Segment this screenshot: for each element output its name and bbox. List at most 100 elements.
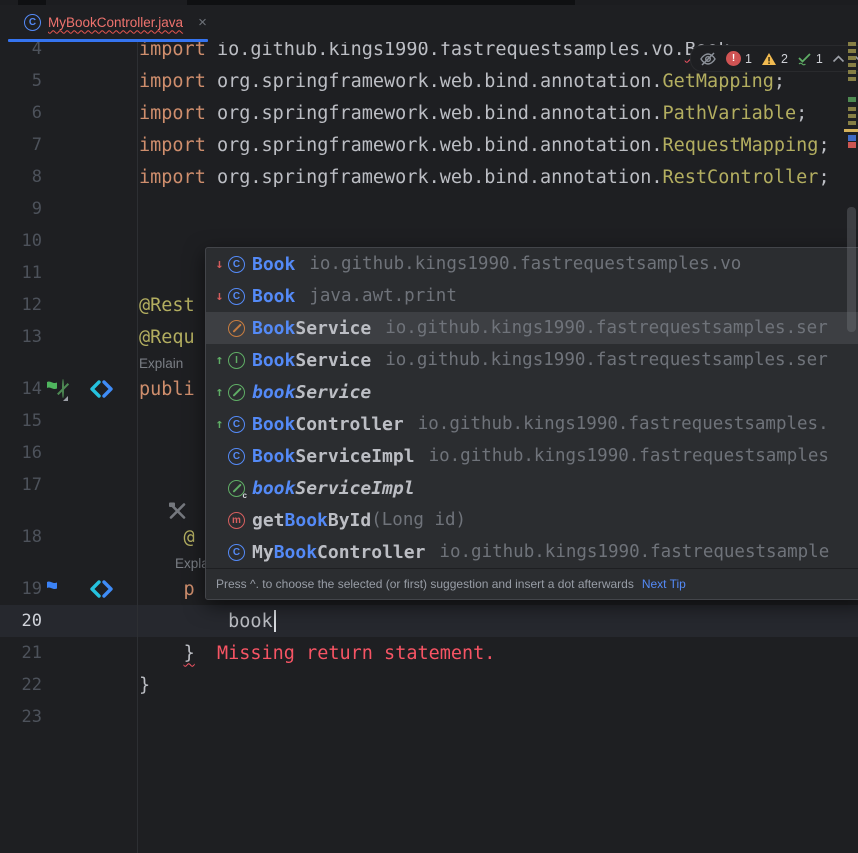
code-token: @Requ (139, 327, 195, 348)
run-icon-green (44, 380, 59, 398)
ok-count[interactable]: 1 (816, 52, 823, 66)
editor-tab-bar: C MyBookController.java × (0, 5, 858, 42)
interface-icon: I (228, 352, 245, 369)
code-text: @Requ (139, 321, 195, 353)
line-number: 5 (0, 65, 42, 97)
run-icon-blue (44, 580, 59, 598)
completion-item[interactable]: ↑IBookServiceio.github.kings1990.fastreq… (206, 344, 858, 376)
code-line[interactable]: 21 } Missing return statement. (0, 637, 858, 669)
line-number: 7 (0, 129, 42, 161)
code-line[interactable]: 7 import org.springframework.web.bind.ann… (0, 129, 858, 161)
code-token: import (139, 103, 217, 124)
tools-icon[interactable] (168, 502, 187, 521)
code-token: @Rest (139, 295, 195, 316)
line-number: 17 (0, 469, 42, 501)
code-text: } Missing return statement. (139, 637, 495, 669)
code-line[interactable]: 22} (0, 669, 858, 701)
code-editor[interactable]: 4import io.github.kings1990.fastrequests… (0, 42, 858, 853)
code-line[interactable]: 9 (0, 193, 858, 225)
code-text: } (139, 669, 150, 701)
completion-type-icon-slot: C (228, 448, 252, 465)
explain-inlay-link[interactable]: Explain (139, 353, 183, 373)
completion-package: io.github.kings1990.fastrequestsamples (429, 446, 829, 466)
banned-icon (228, 320, 245, 337)
code-token: org.springframework.web.bind.annotation. (217, 135, 663, 156)
code-text: import org.springframework.web.bind.anno… (139, 129, 830, 161)
line-number: 12 (0, 289, 42, 321)
stripe-mark (848, 121, 856, 125)
code-text: p (139, 573, 195, 605)
completion-item[interactable]: BookServiceio.github.kings1990.fastreque… (206, 312, 858, 344)
completion-item[interactable]: ↓CBookjava.awt.print (206, 280, 858, 312)
fast-request-icon (90, 580, 113, 598)
completion-package: io.github.kings1990.fastrequestsamples. (418, 414, 829, 434)
run-icon-green[interactable] (44, 380, 59, 398)
code-token: PathVariable (663, 103, 797, 124)
completion-item[interactable]: CMyBookControllerio.github.kings1990.fas… (206, 536, 858, 568)
code-line[interactable]: 6import org.springframework.web.bind.ann… (0, 97, 858, 129)
code-line[interactable]: 23 (0, 701, 858, 733)
completion-type-icon-slot (228, 320, 252, 337)
fast-request-icon[interactable] (90, 580, 113, 598)
run-icon-blue[interactable] (44, 580, 59, 598)
top-edge-segment (18, 0, 46, 5)
chevron-up-icon[interactable] (832, 55, 845, 63)
code-line[interactable]: 8import org.springframework.web.bind.ann… (0, 161, 858, 193)
completion-item[interactable]: ↑bookService (206, 376, 858, 408)
completion-item[interactable]: cbookServiceImpl (206, 472, 858, 504)
code-token: GetMapping (663, 71, 774, 92)
completion-type-icon-slot: C (228, 416, 252, 433)
completion-item[interactable]: CBookServiceImplio.github.kings1990.fast… (206, 440, 858, 472)
error-badge-icon[interactable]: ! (726, 51, 741, 66)
code-token: RestController (663, 167, 819, 188)
window-top-edge (0, 0, 858, 5)
frequency-arrow-icon: ↑ (211, 385, 228, 400)
line-number: 22 (0, 669, 42, 701)
line-number: 20 (0, 605, 42, 637)
close-icon[interactable]: × (198, 15, 207, 30)
completion-item[interactable]: ↓CBookio.github.kings1990.fastrequestsam… (206, 248, 858, 280)
highlight-off-icon[interactable] (699, 52, 717, 66)
stripe-mark (848, 135, 856, 141)
bean-gutter-icon[interactable] (62, 380, 64, 398)
code-line[interactable]: 20 book (0, 605, 858, 637)
warning-icon[interactable] (761, 52, 777, 66)
code-token: org.springframework.web.bind.annotation. (217, 167, 663, 188)
completion-name: BookService (252, 350, 371, 371)
stripe-mark (844, 129, 858, 132)
completion-item[interactable]: ↑CBookControllerio.github.kings1990.fast… (206, 408, 858, 440)
line-number: 19 (0, 573, 42, 605)
code-token: @ (139, 527, 195, 548)
stripe-mark (848, 107, 856, 111)
tools-icon (168, 502, 187, 521)
code-text: book (139, 605, 276, 637)
code-token: import (139, 167, 217, 188)
code-text: @Rest (139, 289, 195, 321)
bean-c-icon: c (228, 480, 245, 497)
text-caret (274, 610, 276, 632)
top-edge-segment (187, 0, 575, 5)
error-count[interactable]: 1 (745, 52, 752, 66)
ok-check-icon[interactable] (797, 52, 812, 66)
warning-count[interactable]: 2 (781, 52, 788, 66)
frequency-arrow-icon: ↓ (211, 289, 228, 304)
class-icon: C (228, 288, 245, 305)
line-number: 15 (0, 405, 42, 437)
frequency-arrow-icon: ↓ (211, 257, 228, 272)
next-tip-link[interactable]: Next Tip (642, 577, 686, 591)
fast-request-icon[interactable] (90, 380, 113, 398)
active-tab-indicator (8, 39, 208, 42)
line-number: 18 (0, 521, 42, 553)
completion-item[interactable]: mgetBookById(Long id) (206, 504, 858, 536)
scrollbar-thumb[interactable] (847, 207, 856, 332)
completion-type-icon-slot (228, 384, 252, 401)
completion-name: Book (252, 286, 295, 307)
completion-type-icon-slot: C (228, 544, 252, 561)
tab-mybookcontroller[interactable]: C MyBookController.java × (8, 5, 213, 39)
code-token: p (139, 579, 195, 600)
line-number: 10 (0, 225, 42, 257)
completion-name: Book (252, 254, 295, 275)
code-token: book (139, 611, 273, 632)
completion-name: BookController (252, 414, 404, 435)
ide-window: C MyBookController.java × 4import io.git… (0, 0, 858, 853)
